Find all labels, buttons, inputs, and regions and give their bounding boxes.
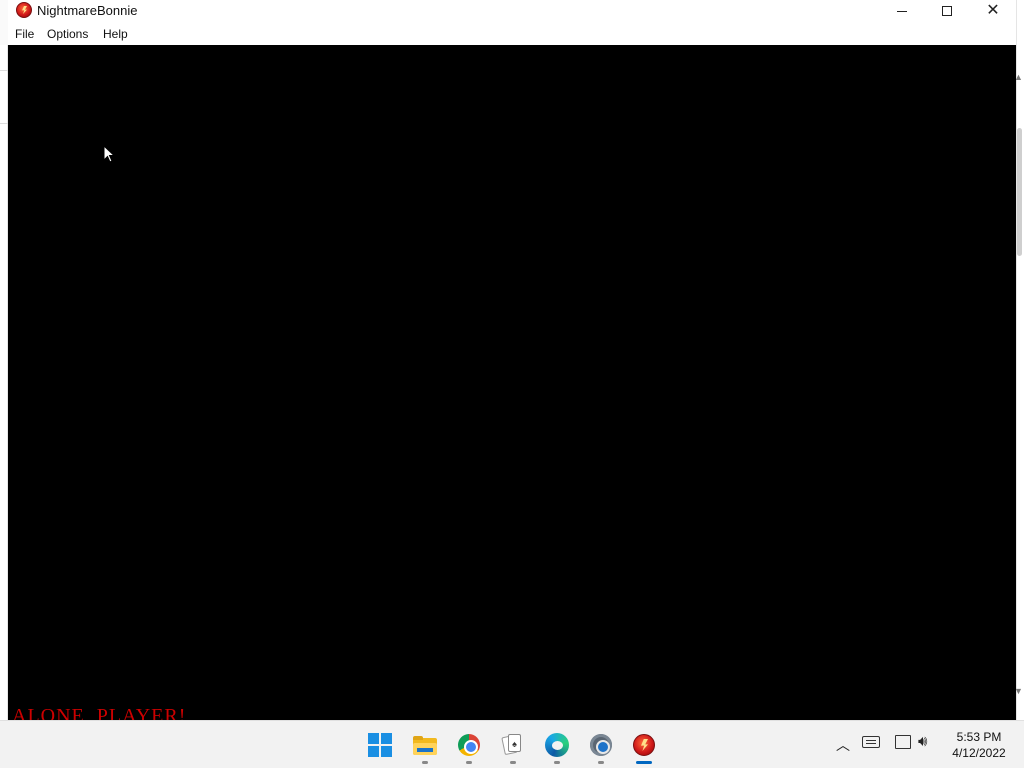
maximize-button[interactable] xyxy=(924,0,970,22)
active-indicator xyxy=(636,761,652,764)
taskbar-solitaire[interactable]: ♠ xyxy=(500,733,524,757)
game-canvas[interactable]: ALONE, PLAYER! xyxy=(8,45,1016,720)
mouse-cursor-icon xyxy=(103,145,115,163)
background-window-scroll-area xyxy=(1016,0,1024,720)
background-divider xyxy=(0,123,8,124)
running-indicator xyxy=(422,761,428,764)
running-indicator xyxy=(554,761,560,764)
window-title: NightmareBonnie xyxy=(37,3,138,18)
keyboard-icon[interactable] xyxy=(862,736,880,748)
app-icon xyxy=(16,2,32,18)
start-button[interactable] xyxy=(368,733,392,757)
close-button[interactable]: ✕ xyxy=(970,0,1016,22)
running-indicator xyxy=(598,761,604,764)
taskbar-file-explorer[interactable] xyxy=(413,733,437,757)
menu-bar: File Options Help xyxy=(8,22,1016,45)
menu-help[interactable]: Help xyxy=(103,27,128,41)
running-indicator xyxy=(510,761,516,764)
taskbar-edge[interactable] xyxy=(545,733,569,757)
windows-start-icon xyxy=(368,733,392,757)
volume-icon[interactable]: 🔊︎ xyxy=(918,733,927,750)
cards-icon: ♠ xyxy=(501,734,521,756)
gear-icon xyxy=(590,734,612,756)
taskbar: ♠ ︿ 🔊︎ 5:53 PM 4/12/2022 xyxy=(0,720,1024,768)
game-overlay-text: ALONE, PLAYER! xyxy=(12,705,187,720)
background-scrollbar-thumb[interactable] xyxy=(1017,128,1022,256)
background-divider xyxy=(0,70,8,71)
chrome-icon xyxy=(458,734,480,756)
title-bar[interactable]: NightmareBonnie ✕ xyxy=(8,0,1016,22)
maximize-icon xyxy=(942,6,952,16)
network-icon[interactable] xyxy=(895,735,911,749)
background-window-edge xyxy=(0,45,8,720)
minimize-icon xyxy=(897,10,907,12)
menu-file[interactable]: File xyxy=(15,27,34,41)
taskbar-settings[interactable] xyxy=(589,733,613,757)
edge-icon xyxy=(545,733,569,757)
chevron-up-icon[interactable]: ︿ xyxy=(836,735,850,755)
clock[interactable]: 5:53 PM 4/12/2022 xyxy=(944,729,1014,761)
taskbar-nightmarebonnie[interactable] xyxy=(632,733,656,757)
menu-options[interactable]: Options xyxy=(47,27,88,41)
clock-time: 5:53 PM xyxy=(956,730,1002,744)
running-indicator xyxy=(466,761,472,764)
minimize-button[interactable] xyxy=(879,0,925,22)
taskbar-chrome[interactable] xyxy=(457,733,481,757)
folder-icon xyxy=(413,735,437,755)
game-icon xyxy=(633,734,655,756)
clock-date: 4/12/2022 xyxy=(952,746,1006,760)
app-window: NightmareBonnie ✕ File Options Help ALON… xyxy=(8,0,1016,720)
close-icon: ✕ xyxy=(986,2,1000,19)
